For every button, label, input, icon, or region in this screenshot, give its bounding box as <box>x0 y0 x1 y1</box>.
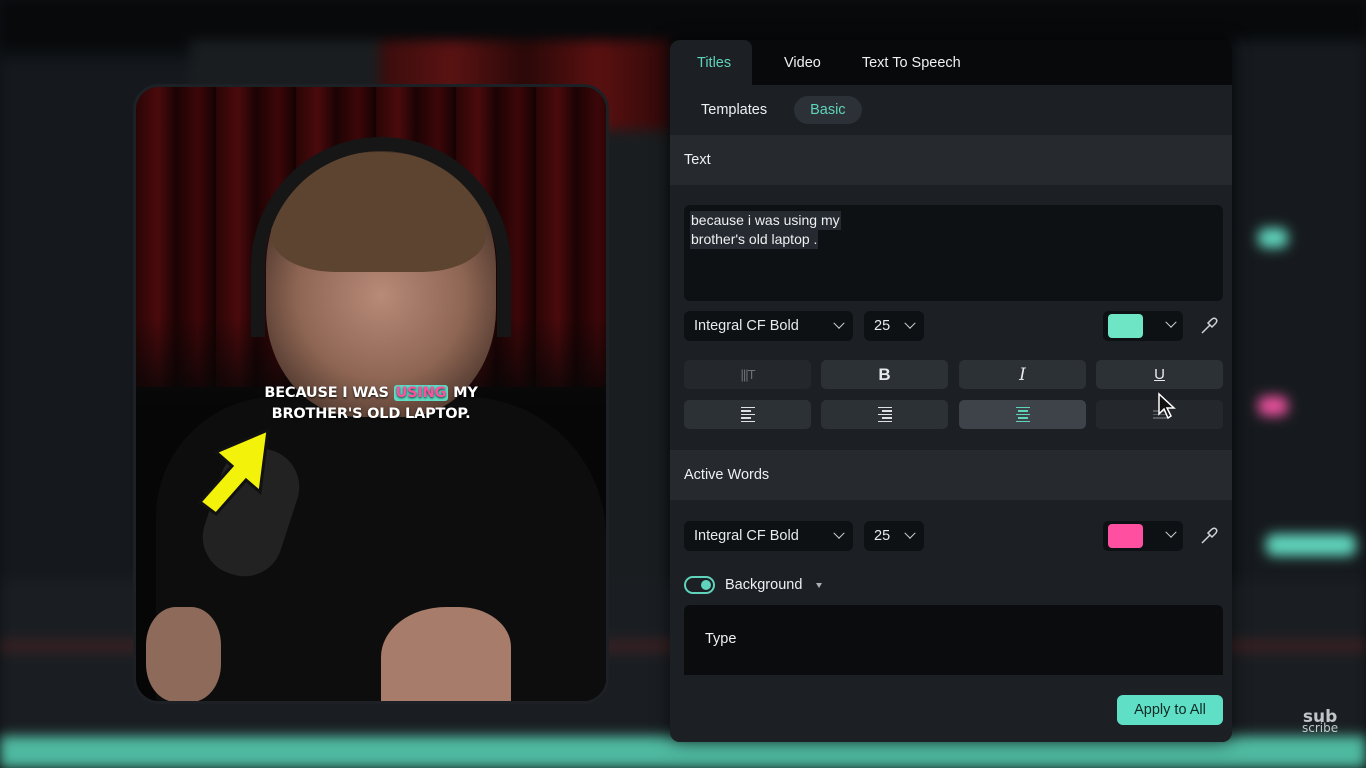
type-label: Type <box>705 631 737 647</box>
chevron-down-icon <box>904 527 916 539</box>
align-right-icon <box>877 406 892 423</box>
active-words-font-row: Integral CF Bold 25 <box>684 521 1223 551</box>
background-toggle[interactable] <box>684 576 715 594</box>
video-preview: BECAUSE I WAS USING MY BROTHER'S OLD LAP… <box>133 84 609 704</box>
chevron-down-icon <box>1165 316 1177 328</box>
vertical-text-icon: |||T <box>740 367 755 382</box>
bold-icon: B <box>878 364 891 384</box>
align-center-button[interactable] <box>959 400 1086 429</box>
align-center-icon <box>1015 406 1030 423</box>
editor-right-panel <box>1232 40 1366 600</box>
vertical-text-button[interactable]: |||T <box>684 360 811 389</box>
underline-icon: U <box>1154 366 1165 383</box>
person-hand <box>381 607 511 701</box>
align-right-button[interactable] <box>821 400 948 429</box>
text-font-row: Integral CF Bold 25 <box>684 311 1223 341</box>
caption-text-input[interactable]: because i was using my brother's old lap… <box>684 205 1223 301</box>
background-toggle-row: Background <box>684 573 823 597</box>
text-section-header: Text <box>670 135 1232 185</box>
active-word: USING <box>393 385 449 401</box>
bold-button[interactable]: B <box>821 360 948 389</box>
text-size-select[interactable]: 25 <box>864 311 924 341</box>
active-words-size-select[interactable]: 25 <box>864 521 924 551</box>
caret-down-icon[interactable] <box>816 582 823 588</box>
chevron-down-icon <box>833 527 845 539</box>
subtitle-caption: BECAUSE I WAS USING MY BROTHER'S OLD LAP… <box>136 383 606 425</box>
background-label: Background <box>725 577 803 593</box>
tab-video[interactable]: Video <box>784 40 821 85</box>
active-words-section-header: Active Words <box>670 450 1232 500</box>
active-words-color-picker[interactable] <box>1103 521 1183 551</box>
properties-panel: Titles Video Text To Speech Templates Ba… <box>670 40 1232 742</box>
align-left-button[interactable] <box>684 400 811 429</box>
italic-icon: I <box>1019 364 1026 385</box>
align-left-icon <box>740 406 755 423</box>
text-line-2: brother's old laptop . <box>690 230 819 249</box>
tab-titles[interactable]: Titles <box>670 40 752 85</box>
chevron-down-icon <box>833 317 845 329</box>
panel-tabs: Titles Video Text To Speech <box>670 40 1232 85</box>
panel-footer: Apply to All <box>670 675 1232 742</box>
text-font-select[interactable]: Integral CF Bold <box>684 311 853 341</box>
active-words-font-select[interactable]: Integral CF Bold <box>684 521 853 551</box>
eyedropper-icon[interactable] <box>1199 316 1219 336</box>
caption-line-1: BECAUSE I WAS USING MY <box>264 385 478 401</box>
person-hand-left <box>146 607 221 701</box>
apply-to-all-button[interactable]: Apply to All <box>1117 695 1223 725</box>
underline-button[interactable]: U <box>1096 360 1223 389</box>
text-color-picker[interactable] <box>1103 311 1183 341</box>
text-line-1: because i was using my <box>690 211 841 230</box>
subtab-basic[interactable]: Basic <box>794 96 862 124</box>
text-color-swatch <box>1108 314 1143 338</box>
subtab-templates[interactable]: Templates <box>694 96 774 124</box>
panel-subtabs: Templates Basic <box>670 85 1232 135</box>
mouse-cursor-icon <box>1158 392 1176 420</box>
active-words-color-swatch <box>1108 524 1143 548</box>
eyedropper-icon[interactable] <box>1199 526 1219 546</box>
chevron-down-icon <box>904 317 916 329</box>
tab-text-to-speech[interactable]: Text To Speech <box>862 40 961 85</box>
yellow-arrow-icon <box>197 427 270 517</box>
italic-button[interactable]: I <box>959 360 1086 389</box>
chevron-down-icon <box>1165 526 1177 538</box>
subscribe-watermark: sub scribe <box>1302 707 1339 735</box>
background-options: Type <box>684 605 1223 675</box>
